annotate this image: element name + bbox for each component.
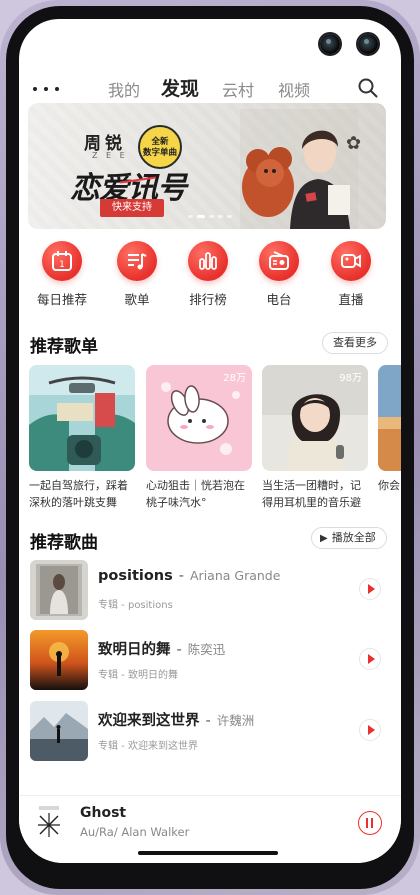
pause-icon [366, 818, 368, 828]
tab-discover[interactable]: 发现 [161, 74, 199, 101]
quick-entry-charts[interactable]: 排行榜 [178, 241, 238, 308]
song-cover [30, 701, 88, 761]
quick-entry-radio[interactable]: 电台 [249, 241, 309, 308]
quick-entry-label: 电台 [266, 292, 292, 307]
playlist-icon [117, 241, 157, 281]
playlist-cover: 28万 [146, 365, 252, 471]
playlist-card[interactable]: 28万 心动狙击｜恍若泡在桃子味汽水° [146, 365, 252, 511]
promo-banner[interactable]: 周锐 Z E E 全新 数字单曲 恋爱讯号 快来支持 ✿ [28, 103, 386, 229]
banner-cta-button[interactable]: 快来支持 [100, 199, 164, 217]
playlist-card[interactable]: 98万 当生活一团糟时，记得用耳机里的音乐避难 [262, 365, 368, 511]
song-row[interactable]: positions - Ariana Grande 专辑 - positions [30, 560, 390, 622]
song-title-line: 致明日的舞 - 陈奕迅 [98, 642, 226, 658]
song-artist: 许魏洲 [216, 713, 255, 728]
now-playing-artist: Au/Ra/ Alan Walker [80, 825, 190, 839]
quick-entry-playlist[interactable]: 歌单 [107, 241, 167, 308]
section-title-songs: 推荐歌曲 [30, 533, 98, 553]
tab-mine[interactable]: 我的 [108, 77, 140, 101]
song-row[interactable]: 欢迎来到这世界 - 许魏洲 专辑 - 欢迎来到这世界 [30, 701, 390, 763]
app-screen: 我的 发现 云村 视频 周锐 Z E E 全新 数字单曲 恋爱讯号 快来支持 ✿… [19, 19, 401, 863]
song-album: 专辑 - 致明日的舞 [98, 670, 178, 681]
playlist-name: 一起自驾旅行，踩着深秋的落叶跳支舞 [29, 479, 128, 509]
song-title-line: 欢迎来到这世界 - 许魏洲 [98, 713, 255, 729]
playlist-card[interactable]: 你会 [378, 365, 401, 511]
song-album: 专辑 - positions [98, 600, 173, 611]
banner-artist-latin: Z E E [92, 151, 128, 160]
playlist-name: 心动狙击｜恍若泡在桃子味汽水° [146, 479, 245, 509]
pause-button[interactable] [358, 811, 382, 835]
chart-icon [188, 241, 228, 281]
quick-entry-live[interactable]: 直播 [321, 241, 381, 308]
song-row[interactable]: 致明日的舞 - 陈奕迅 专辑 - 致明日的舞 [30, 630, 390, 692]
quick-entry-label: 直播 [338, 292, 364, 307]
more-menu-icon[interactable] [33, 79, 59, 99]
song-play-button[interactable] [359, 578, 381, 600]
quick-entry-label: 每日推荐 [36, 292, 87, 307]
play-all-button[interactable]: ▶ 播放全部 [311, 527, 387, 549]
playlist-name: 你会 [378, 479, 400, 492]
view-more-button[interactable]: 查看更多 [322, 332, 388, 354]
radio-icon [259, 241, 299, 281]
song-artist: Ariana Grande [190, 568, 281, 583]
svg-text:1: 1 [59, 260, 65, 270]
live-camera-icon [331, 241, 371, 281]
song-artist: 陈奕迅 [187, 642, 226, 657]
song-cover [30, 630, 88, 690]
play-icon: ▶ [320, 533, 328, 544]
front-camera-icon [320, 34, 340, 54]
song-title: 致明日的舞 [98, 642, 171, 658]
playlist-cover: 98万 [262, 365, 368, 471]
playlist-card[interactable]: 一起自驾旅行，踩着深秋的落叶跳支舞 [29, 365, 135, 511]
song-album: 专辑 - 欢迎来到这世界 [98, 741, 198, 752]
banner-pagination [188, 215, 232, 218]
tab-cloud-village[interactable]: 云村 [222, 77, 254, 101]
home-indicator[interactable] [138, 851, 278, 855]
playlist-cover [29, 365, 135, 471]
section-title-playlists: 推荐歌单 [30, 337, 98, 357]
song-play-button[interactable] [359, 719, 381, 741]
song-play-button[interactable] [359, 648, 381, 670]
now-playing-cover [35, 804, 63, 840]
banner-artist-photo [240, 109, 358, 229]
song-title: positions [98, 568, 173, 584]
song-cover [30, 560, 88, 620]
front-camera-icon [358, 34, 378, 54]
quick-entry-daily[interactable]: 1 每日推荐 [32, 241, 92, 308]
play-count: 98万 [339, 373, 362, 384]
playlist-cover [378, 365, 401, 471]
tab-video[interactable]: 视频 [278, 77, 310, 101]
song-title: 欢迎来到这世界 [98, 713, 200, 729]
search-icon[interactable] [357, 77, 379, 99]
playlist-name: 当生活一团糟时，记得用耳机里的音乐避难 [262, 479, 361, 509]
quick-entry-label: 歌单 [124, 292, 150, 307]
daisy-icon: ✿ [346, 133, 362, 154]
song-title-line: positions - Ariana Grande [98, 568, 281, 584]
calendar-icon: 1 [42, 241, 82, 281]
play-count: 28万 [223, 373, 246, 384]
quick-entry-label: 排行榜 [189, 292, 227, 307]
now-playing-title: Ghost [80, 805, 127, 821]
